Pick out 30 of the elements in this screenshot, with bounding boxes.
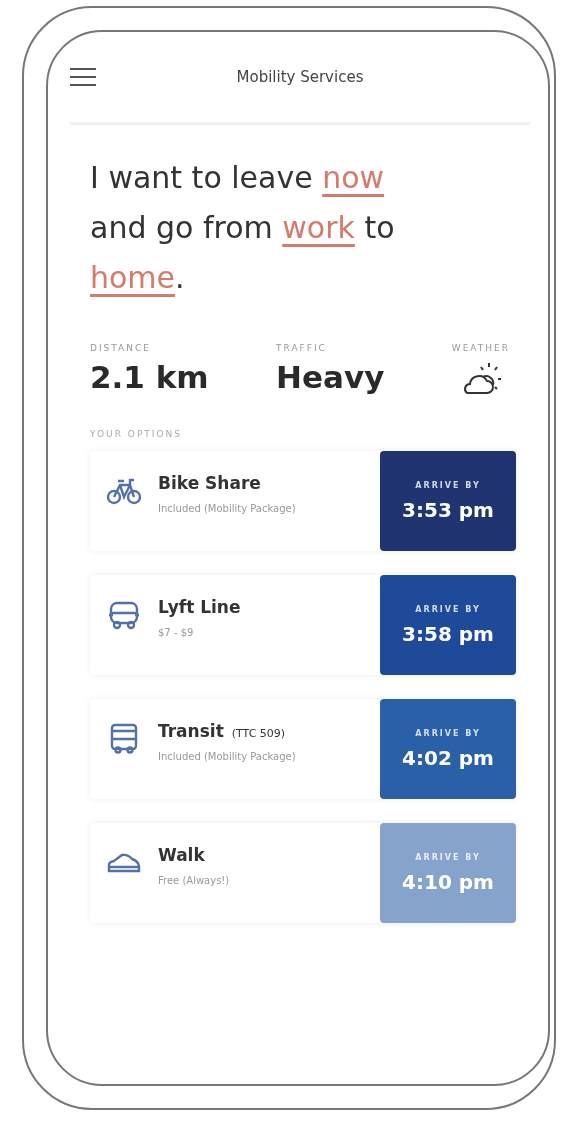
option-price: $7 - $9 (158, 627, 195, 638)
arrival-time: 4:02 pm (402, 745, 494, 770)
section-heading: YOUR OPTIONS (90, 429, 183, 439)
option-name: Walk (158, 845, 205, 865)
option-price: Included (Mobility Package) (158, 503, 296, 514)
arrival-time: 3:53 pm (402, 497, 494, 522)
arrive-label: ARRIVE BY (415, 480, 481, 490)
route-note: (TTC 509) (231, 727, 286, 740)
menu-icon[interactable] (70, 68, 96, 86)
option-price: Included (Mobility Package) (158, 751, 296, 762)
option-name: Bike Share (158, 473, 261, 493)
stat-label: DISTANCE (90, 343, 152, 353)
option-price: Free (Always!) (158, 875, 230, 886)
stat-label: TRAFFIC (276, 343, 328, 353)
trip-sentence: I want to leave now and go from work to home. (90, 159, 396, 297)
arrival-time: 4:10 pm (402, 869, 494, 894)
stat-label: WEATHER (451, 343, 510, 353)
arrival-time: 3:58 pm (402, 621, 494, 646)
option-card[interactable]: Walk Free (Always!) ARRIVE BY 4:10 pm (90, 823, 516, 923)
arrive-label: ARRIVE BY (415, 852, 481, 862)
stat-value: Heavy (276, 359, 385, 395)
arrive-label: ARRIVE BY (415, 604, 481, 614)
app-title: Mobility Services (236, 68, 364, 86)
option-card[interactable]: Lyft Line $7 - $9 ARRIVE BY 3:58 pm (90, 575, 516, 675)
stat-value: 2.1 km (90, 359, 209, 395)
arrive-label: ARRIVE BY (415, 728, 481, 738)
option-card[interactable]: Bike Share Included (Mobility Package) ARRIVE BY 3:53 pm (90, 451, 516, 551)
option-name: Transit (158, 721, 224, 741)
option-name: Lyft Line (158, 597, 241, 617)
option-card[interactable]: Transit (TTC 509) Included (Mobility Package) ARRIVE BY 4:02 pm (90, 699, 516, 799)
